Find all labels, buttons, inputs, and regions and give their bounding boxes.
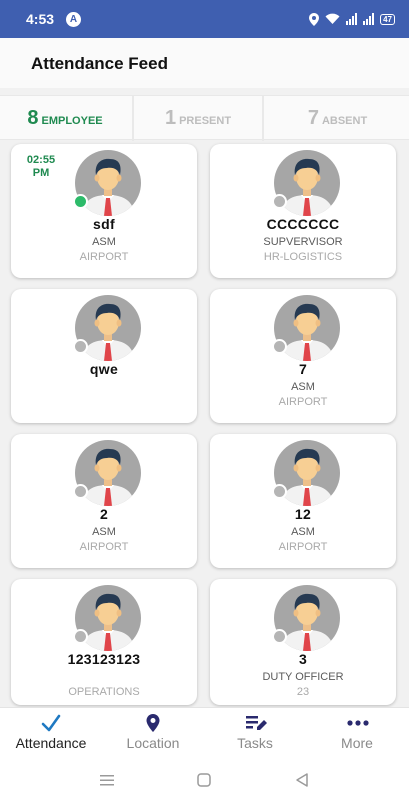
nav-more[interactable]: More <box>306 708 408 763</box>
employee-department: AIRPORT <box>278 396 328 408</box>
tab-present-count: 1 <box>164 107 177 129</box>
nav-attendance-label: Attendance <box>15 735 87 751</box>
home-icon[interactable] <box>196 772 212 788</box>
signal-icon <box>346 13 358 25</box>
tab-present[interactable]: 1 PRESENT <box>132 96 264 141</box>
tab-absent-label: ABSENT <box>321 114 368 127</box>
employee-role: DUTY OFFICER <box>262 671 344 683</box>
employee-name: CCCCCCC <box>266 216 340 232</box>
presence-status-dot <box>272 484 287 499</box>
battery-icon: 47 <box>380 13 395 25</box>
presence-status-dot <box>73 194 88 209</box>
employee-department: AIRPORT <box>79 541 129 553</box>
employee-department: AIRPORT <box>79 251 129 263</box>
employee-name: 2 <box>99 506 109 522</box>
employee-card[interactable]: 7 ASM AIRPORT <box>210 289 396 423</box>
recent-apps-icon[interactable] <box>98 772 116 788</box>
employee-name: 7 <box>298 361 308 377</box>
employee-role: ASM <box>291 526 315 538</box>
bottom-navigation: Attendance Location Tasks More <box>0 707 409 762</box>
employee-card[interactable]: 12 ASM AIRPORT <box>210 434 396 568</box>
system-navigation-bar <box>0 762 409 800</box>
tab-employee-count: 8 <box>27 107 39 129</box>
location-pin-icon <box>146 714 160 732</box>
employee-name: qwe <box>89 361 119 377</box>
employee-department: OPERATIONS <box>68 686 140 698</box>
employee-role: SUPVERVISOR <box>263 236 343 248</box>
presence-status-dot <box>73 484 88 499</box>
employee-department: AIRPORT <box>278 541 328 553</box>
more-dots-icon <box>347 720 369 726</box>
back-icon[interactable] <box>294 772 310 788</box>
checkin-time: 02:55 PM <box>26 154 56 179</box>
nav-tasks[interactable]: Tasks <box>204 708 306 763</box>
presence-status-dot <box>272 339 287 354</box>
tab-absent[interactable]: 7 ABSENT <box>266 96 409 141</box>
employee-name: 3 <box>298 651 308 667</box>
app-bar: Attendance Feed <box>0 38 409 88</box>
employee-card[interactable]: 3 DUTY OFFICER 23 <box>210 579 396 705</box>
check-icon <box>41 714 61 732</box>
employee-name: 123123123 <box>67 651 141 667</box>
employee-role: ASM <box>92 236 116 248</box>
nav-more-label: More <box>341 735 373 751</box>
presence-status-dot <box>73 339 88 354</box>
tab-employee-label: EMPLOYEE <box>41 114 103 127</box>
wifi-icon <box>325 13 340 24</box>
presence-status-dot <box>272 629 287 644</box>
employee-name: sdf <box>93 216 115 232</box>
presence-status-dot <box>272 194 287 209</box>
nav-location-label: Location <box>126 735 180 751</box>
status-time: 4:53 <box>26 11 55 27</box>
employee-card[interactable]: 123123123 OPERATIONS <box>11 579 197 705</box>
employee-department: HR-LOGISTICS <box>263 251 343 263</box>
employee-role: ASM <box>291 381 315 393</box>
tab-employee[interactable]: 8 EMPLOYEE <box>0 96 130 141</box>
nav-location[interactable]: Location <box>102 708 204 763</box>
employee-card[interactable]: 02:55 PM sdf ASM AIRPORT <box>11 144 197 278</box>
attendance-tabs: 8 EMPLOYEE 1 PRESENT 7 ABSENT <box>0 95 409 141</box>
location-status-icon <box>309 12 320 26</box>
nav-tasks-label: Tasks <box>237 735 273 751</box>
employee-name: 12 <box>294 506 312 522</box>
tasks-edit-icon <box>246 716 267 730</box>
employee-card[interactable]: qwe <box>11 289 197 423</box>
employee-role: ASM <box>92 526 116 538</box>
employee-card[interactable]: CCCCCCC SUPVERVISOR HR-LOGISTICS <box>210 144 396 278</box>
signal-icon-2 <box>363 13 375 25</box>
page-title: Attendance Feed <box>31 54 168 73</box>
status-bar: 4:53 A 47 <box>0 0 409 38</box>
tab-absent-count: 7 <box>307 107 319 129</box>
app-notification-icon: A <box>66 11 82 27</box>
nav-attendance[interactable]: Attendance <box>0 708 102 763</box>
tab-present-label: PRESENT <box>179 114 232 127</box>
employee-department: 23 <box>296 686 310 698</box>
presence-status-dot <box>73 629 88 644</box>
employee-card[interactable]: 2 ASM AIRPORT <box>11 434 197 568</box>
